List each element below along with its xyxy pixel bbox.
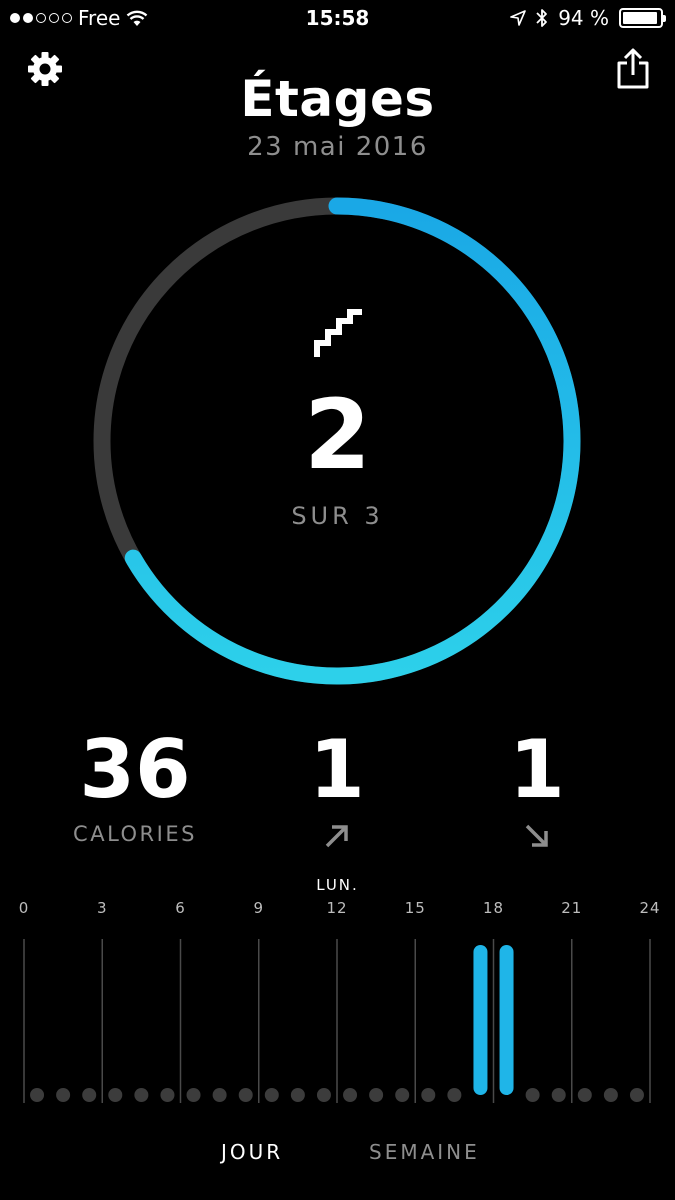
descended-value: 1 bbox=[509, 723, 565, 816]
chart-bar-empty bbox=[212, 1088, 227, 1102]
chart-bar-empty bbox=[343, 1088, 358, 1102]
tab-jour[interactable]: JOUR bbox=[221, 1140, 283, 1164]
stairs-icon bbox=[314, 309, 362, 357]
chart-bar-empty bbox=[290, 1088, 305, 1102]
chart-bar-empty bbox=[316, 1088, 331, 1102]
chart-bar-empty bbox=[395, 1088, 410, 1102]
arrow-down-right-icon bbox=[525, 824, 548, 847]
chart-day-label: LUN. bbox=[316, 876, 359, 894]
chart-tick-label: 6 bbox=[175, 899, 186, 917]
calories-stat: 36 CALORIES bbox=[35, 723, 235, 847]
descended-stat: 1 bbox=[437, 730, 637, 854]
chart-tick-label: 0 bbox=[18, 899, 30, 917]
ascended-value: 1 bbox=[309, 723, 365, 816]
hourly-floors-chart bbox=[23, 939, 651, 1103]
chart-bar-empty bbox=[56, 1088, 71, 1102]
chart-bar-empty bbox=[421, 1088, 436, 1102]
arrow-up-right-icon bbox=[325, 825, 348, 848]
chart-bar-empty bbox=[134, 1088, 149, 1102]
chart-bar-empty bbox=[629, 1088, 644, 1102]
chart-tick-label: 18 bbox=[482, 899, 505, 917]
progress-ring bbox=[93, 197, 581, 685]
calories-value: 36 bbox=[79, 723, 191, 816]
chart-tick-label: 24 bbox=[639, 899, 661, 917]
floors-goal: SUR 3 bbox=[291, 502, 384, 530]
chart-bar-empty bbox=[577, 1088, 592, 1102]
chart-tick-label: 9 bbox=[253, 899, 265, 917]
chart-bar-empty bbox=[551, 1088, 566, 1102]
floors-count: 2 bbox=[304, 379, 371, 491]
chart-bar-empty bbox=[264, 1088, 279, 1102]
chart-bar-empty bbox=[160, 1088, 175, 1102]
chart-bar-empty bbox=[238, 1088, 253, 1102]
chart-bar-empty bbox=[447, 1088, 462, 1102]
chart-tick-label: 3 bbox=[96, 899, 108, 917]
chart-tick-label: 12 bbox=[326, 899, 348, 917]
chart-bar-empty bbox=[525, 1088, 540, 1102]
calories-label: CALORIES bbox=[73, 822, 197, 846]
chart-bar bbox=[499, 945, 514, 1095]
chart-tick-label: 15 bbox=[404, 899, 426, 917]
chart-bar bbox=[473, 945, 488, 1095]
chart-bar-empty bbox=[30, 1088, 45, 1102]
chart-bar-empty bbox=[369, 1088, 384, 1102]
chart-bar-empty bbox=[186, 1088, 201, 1102]
chart-tick-label: 21 bbox=[561, 899, 583, 917]
chart-bar-empty bbox=[108, 1088, 123, 1102]
chart-bar-empty bbox=[603, 1088, 618, 1102]
chart-bar-empty bbox=[82, 1088, 97, 1102]
tab-semaine[interactable]: SEMAINE bbox=[369, 1140, 480, 1164]
ascended-stat: 1 bbox=[237, 730, 437, 854]
